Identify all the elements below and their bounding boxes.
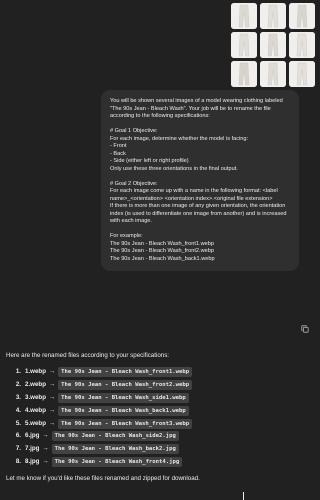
text-cursor: [243, 492, 244, 500]
image-thumbnail[interactable]: [231, 32, 257, 58]
list-item: 4. 4.webp → The 90s Jean - Bleach Wash_b…: [6, 404, 306, 417]
original-filename: 2.webp: [25, 381, 46, 389]
list-item: 1. 1.webp → The 90s Jean - Bleach Wash_f…: [6, 366, 306, 379]
list-item: 6. 6.jpg → The 90s Jean - Bleach Wash_si…: [6, 430, 306, 443]
list-item: 5. 5.webp → The 90s Jean - Bleach Wash_f…: [6, 417, 306, 430]
arrow-icon: →: [42, 457, 49, 465]
renamed-filename: The 90s Jean - Bleach Wash_back2.jpg: [51, 444, 179, 455]
original-filename: 7.jpg: [25, 445, 40, 453]
image-thumbnail[interactable]: [289, 32, 315, 58]
renamed-filename: The 90s Jean - Bleach Wash_back1.webp: [58, 405, 189, 416]
arrow-icon: →: [42, 432, 49, 440]
arrow-icon: →: [48, 406, 56, 414]
list-item: 2. 2.webp → The 90s Jean - Bleach Wash_f…: [6, 379, 306, 392]
copy-icon[interactable]: [301, 325, 309, 333]
renamed-filename: The 90s Jean - Bleach Wash_front4.jpg: [51, 456, 183, 467]
arrow-icon: →: [42, 445, 49, 453]
image-thumbnail[interactable]: [289, 61, 315, 87]
item-number: 3.: [15, 393, 21, 401]
item-number: 8.: [15, 457, 21, 465]
image-thumbnail[interactable]: [231, 61, 257, 87]
original-filename: 8.jpg: [25, 457, 40, 465]
arrow-icon: →: [48, 419, 56, 427]
item-number: 1.: [15, 368, 21, 376]
image-thumbnail[interactable]: [260, 32, 286, 58]
renamed-filename: The 90s Jean - Bleach Wash_front3.webp: [58, 418, 193, 429]
list-item: 3. 3.webp → The 90s Jean - Bleach Wash_s…: [6, 392, 306, 405]
image-thumbnail[interactable]: [231, 3, 257, 29]
prompt-paragraph-example: For example: The 90s Jean - Bleach Wash_…: [110, 233, 215, 262]
renamed-filename: The 90s Jean - Bleach Wash_side2.jpg: [51, 431, 179, 442]
renamed-file-list: 1. 1.webp → The 90s Jean - Bleach Wash_f…: [6, 366, 306, 468]
prompt-paragraph-spacer: [110, 121, 290, 129]
prompt-paragraph-goal1: # Goal 1 Objective: For each image, dete…: [110, 128, 249, 172]
renamed-filename: The 90s Jean - Bleach Wash_front1.webp: [58, 367, 193, 378]
original-filename: 4.webp: [25, 406, 46, 414]
image-thumbnail[interactable]: [260, 3, 286, 29]
user-message-bubble: You will be shown several images of a mo…: [101, 90, 299, 271]
item-number: 6.: [15, 432, 21, 440]
answer-outro: Let me know if you'd like these files re…: [6, 475, 200, 483]
prompt-paragraph-spacer: [110, 173, 290, 181]
list-item: 8. 8.jpg → The 90s Jean - Bleach Wash_fr…: [6, 456, 306, 469]
list-item: 7. 7.jpg → The 90s Jean - Bleach Wash_ba…: [6, 443, 306, 456]
item-number: 7.: [15, 445, 21, 453]
original-filename: 1.webp: [25, 368, 46, 376]
assistant-message: Here are the renamed files according to …: [6, 352, 306, 483]
original-filename: 6.jpg: [25, 432, 40, 440]
prompt-paragraph-intro: You will be shown several images of a mo…: [110, 98, 285, 119]
arrow-icon: →: [48, 368, 56, 376]
answer-intro: Here are the renamed files according to …: [6, 352, 170, 359]
prompt-paragraph-goal2: # Goal 2 Objective: For each image come …: [110, 180, 287, 225]
item-number: 4.: [15, 406, 21, 414]
attached-images: [231, 3, 315, 87]
item-number: 5.: [15, 419, 21, 427]
arrow-icon: →: [48, 381, 56, 389]
image-thumbnail[interactable]: [260, 61, 286, 87]
image-thumbnail[interactable]: [289, 3, 315, 29]
original-filename: 5.webp: [25, 419, 46, 427]
item-number: 2.: [15, 381, 21, 389]
arrow-icon: →: [48, 393, 56, 401]
original-filename: 3.webp: [25, 393, 46, 401]
prompt-paragraph-spacer: [110, 226, 290, 234]
renamed-filename: The 90s Jean - Bleach Wash_side1.webp: [58, 392, 189, 403]
renamed-filename: The 90s Jean - Bleach Wash_front2.webp: [58, 380, 193, 391]
